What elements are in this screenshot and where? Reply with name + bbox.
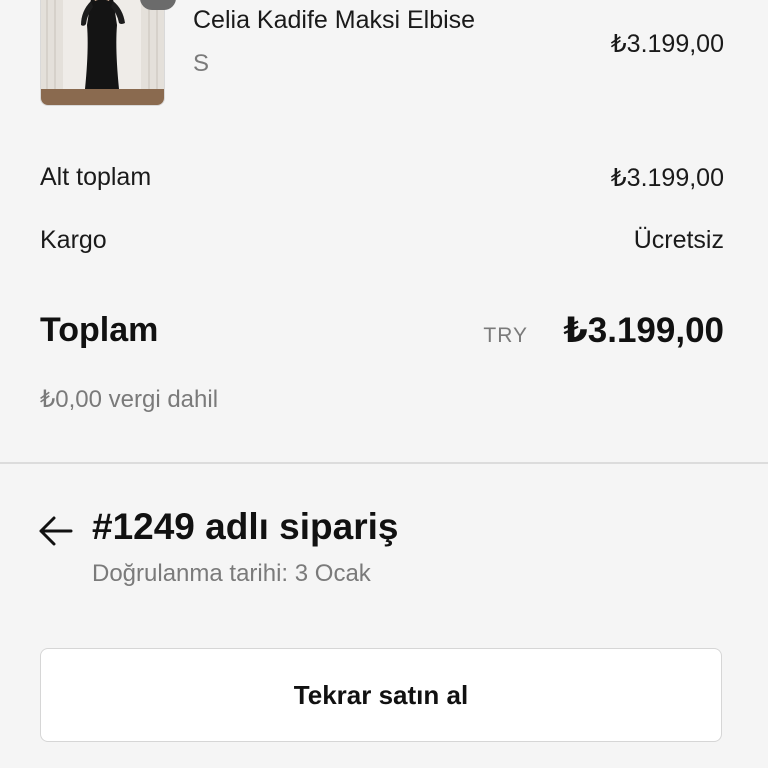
product-photo xyxy=(41,0,164,105)
order-title: #1249 adlı sipariş xyxy=(92,506,399,547)
tax-note: ₺0,00 vergi dahil xyxy=(40,386,219,413)
total-value: ₺3.199,00 xyxy=(563,311,724,350)
quantity-badge xyxy=(140,0,176,10)
buy-again-button[interactable]: Tekrar satın al xyxy=(40,648,722,742)
total-label: Toplam xyxy=(40,311,159,349)
product-price: ₺3.199,00 xyxy=(610,30,724,58)
product-name: Celia Kadife Maksi Elbise xyxy=(193,6,476,34)
subtotal-label: Alt toplam xyxy=(40,163,152,191)
buy-again-label: Tekrar satın al xyxy=(293,679,469,710)
shipping-label: Kargo xyxy=(40,226,107,254)
product-thumbnail xyxy=(40,0,165,106)
section-divider xyxy=(0,462,768,464)
shipping-value: Ücretsiz xyxy=(633,226,724,254)
total-currency: TRY xyxy=(483,324,528,347)
order-confirmed-date: Doğrulanma tarihi: 3 Ocak xyxy=(92,560,371,587)
product-variant: S xyxy=(193,50,210,77)
subtotal-value: ₺3.199,00 xyxy=(610,164,724,192)
arrow-left-icon[interactable] xyxy=(38,514,76,548)
